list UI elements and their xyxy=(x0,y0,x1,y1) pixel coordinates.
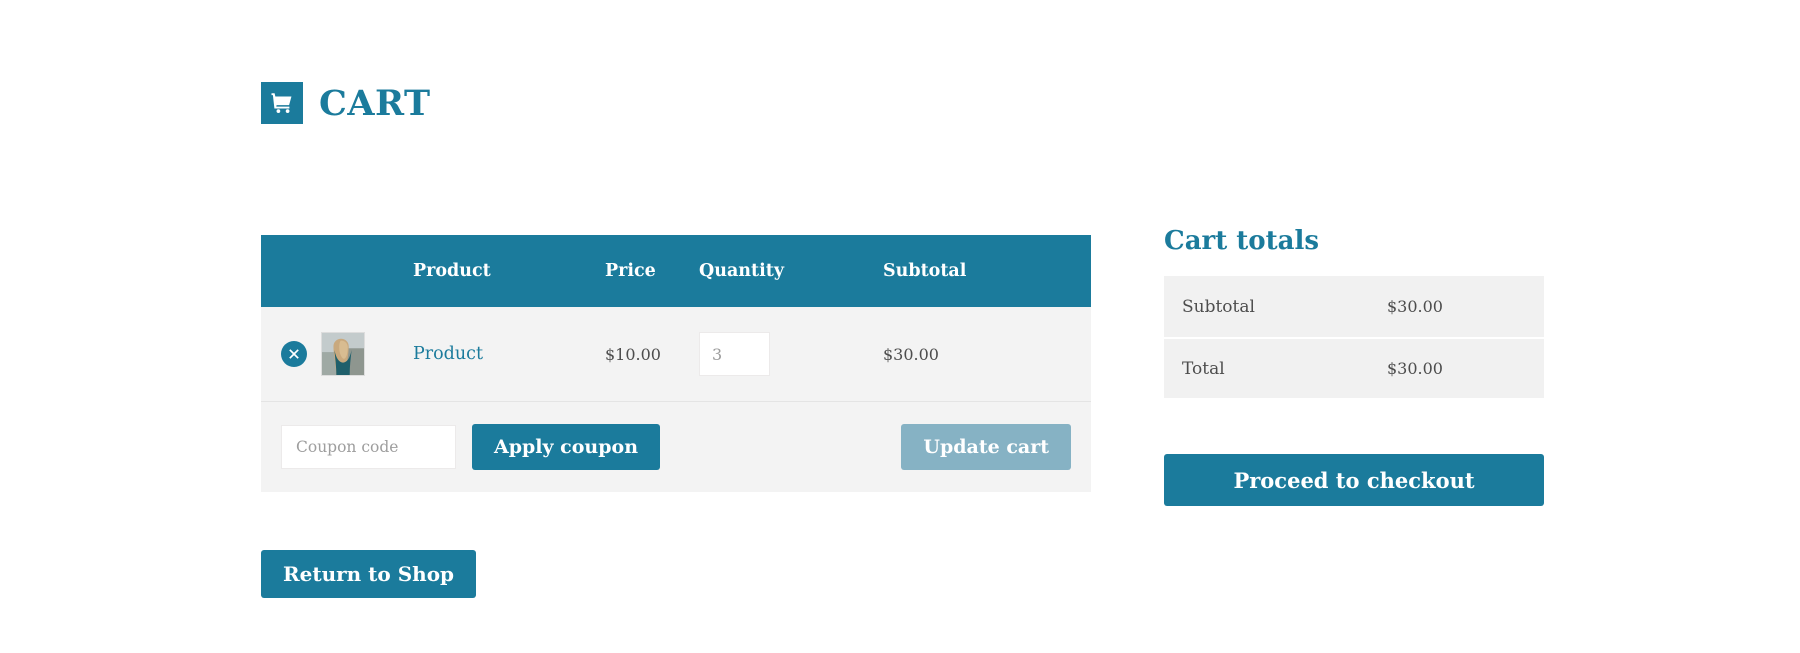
product-subtotal: $30.00 xyxy=(883,345,1091,364)
cart-table: Product Price Quantity Subtotal xyxy=(261,235,1091,492)
cart-table-header: Product Price Quantity Subtotal xyxy=(261,235,1091,307)
cart-totals-title: Cart totals xyxy=(1164,228,1544,254)
header-subtotal: Subtotal xyxy=(883,261,1091,281)
totals-value-subtotal: $30.00 xyxy=(1387,297,1443,316)
remove-cell xyxy=(261,341,321,367)
apply-coupon-button[interactable]: Apply coupon xyxy=(472,424,660,470)
product-thumbnail-woman-portrait[interactable] xyxy=(321,332,365,376)
header-price: Price xyxy=(605,261,699,281)
totals-row-total: Total $30.00 xyxy=(1164,337,1544,398)
totals-value-total: $30.00 xyxy=(1387,359,1443,378)
product-price: $10.00 xyxy=(605,345,699,364)
thumbnail-cell xyxy=(321,332,413,376)
update-cart-button[interactable]: Update cart xyxy=(901,424,1071,470)
quantity-cell xyxy=(699,332,883,376)
product-name-link[interactable]: Product xyxy=(413,344,483,364)
cart-totals-table: Subtotal $30.00 Total $30.00 xyxy=(1164,276,1544,398)
proceed-to-checkout-button[interactable]: Proceed to checkout xyxy=(1164,454,1544,506)
remove-circle-x-icon[interactable] xyxy=(281,341,307,367)
totals-label-subtotal: Subtotal xyxy=(1182,297,1387,317)
return-to-shop-button[interactable]: Return to Shop xyxy=(261,550,476,598)
totals-label-total: Total xyxy=(1182,359,1387,379)
quantity-input[interactable] xyxy=(699,332,770,376)
product-cell: Product xyxy=(413,344,605,364)
header-product: Product xyxy=(413,261,605,281)
page-title: CART xyxy=(319,86,431,121)
page-header: CART xyxy=(261,82,431,124)
table-row: Product $10.00 $30.00 xyxy=(261,307,1091,402)
totals-row-subtotal: Subtotal $30.00 xyxy=(1164,276,1544,337)
coupon-row: Apply coupon Update cart xyxy=(261,402,1091,492)
shopping-cart-icon xyxy=(261,82,303,124)
header-quantity: Quantity xyxy=(699,261,883,281)
coupon-code-input[interactable] xyxy=(281,425,456,469)
cart-totals-panel: Cart totals Subtotal $30.00 Total $30.00… xyxy=(1164,228,1544,506)
